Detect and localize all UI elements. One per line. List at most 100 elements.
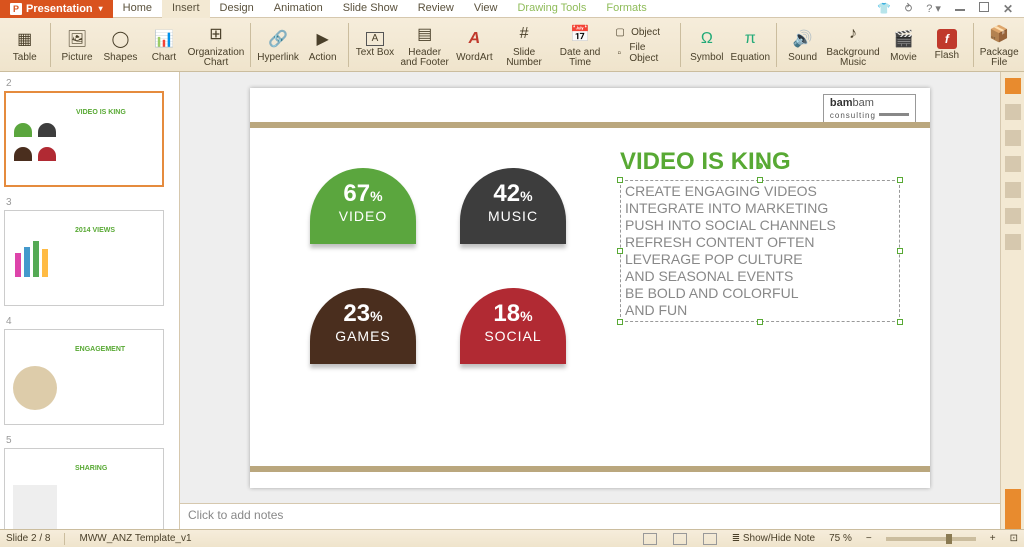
chart-icon: 📊 xyxy=(152,27,176,51)
slide-logo: bambam consulting xyxy=(823,94,916,124)
insert-table[interactable]: ▦Table xyxy=(4,20,45,70)
object-stack: ▢Object ▫File Object xyxy=(609,24,675,65)
equation-icon: π xyxy=(738,27,762,51)
help-icon[interactable]: ? ▾ xyxy=(923,2,944,16)
textbox-icon: A xyxy=(366,32,384,46)
slidenum-icon: # xyxy=(512,22,536,46)
bubble-music[interactable]: 42% MUSIC xyxy=(460,168,566,244)
insert-action[interactable]: ▶Action xyxy=(302,20,343,70)
insert-textbox[interactable]: AText Box xyxy=(354,20,395,70)
minimize-button[interactable] xyxy=(952,2,968,16)
insert-chart[interactable]: 📊Chart xyxy=(143,20,184,70)
thumbnail-slide-3[interactable]: 3 2014 VIEWS xyxy=(4,197,175,306)
thumbnail-slide-2[interactable]: 2 VIDEO IS KING xyxy=(4,78,175,187)
tab-drawing-tools[interactable]: Drawing Tools xyxy=(507,0,596,18)
view-normal-button[interactable] xyxy=(643,533,657,545)
slide-title[interactable]: VIDEO IS KING xyxy=(620,148,791,176)
symbol-icon: Ω xyxy=(695,27,719,51)
tab-home[interactable]: Home xyxy=(113,0,162,18)
shapes-icon: ◯ xyxy=(108,27,132,51)
bgmusic-icon: ♪ xyxy=(841,22,865,46)
status-bar: Slide 2 / 8 MWW_ANZ Template_v1 ≣ Show/H… xyxy=(0,529,1024,547)
tab-formats[interactable]: Formats xyxy=(596,0,656,18)
insert-shapes[interactable]: ◯Shapes xyxy=(100,20,141,70)
sidetool-3[interactable] xyxy=(1005,130,1021,146)
insert-header-footer[interactable]: ▤Header and Footer xyxy=(398,20,452,70)
side-toolbar xyxy=(1000,72,1024,529)
zoom-slider[interactable] xyxy=(886,537,976,541)
mini-image xyxy=(13,366,57,410)
bubble-games[interactable]: 23% GAMES xyxy=(310,288,416,364)
zoom-in-button[interactable]: + xyxy=(990,533,996,544)
zoom-out-button[interactable]: − xyxy=(866,533,872,544)
app-menu[interactable]: P Presentation ▾ xyxy=(0,0,113,18)
app-name: Presentation xyxy=(26,3,93,15)
zoom-level[interactable]: 75 % xyxy=(829,533,852,544)
slide[interactable]: bambam consulting 67% VIDEO 42% MUSIC 23… xyxy=(250,88,930,488)
thumb-number: 2 xyxy=(6,78,175,89)
insert-movie[interactable]: 🎬Movie xyxy=(883,20,924,70)
thumbnail-slide-5[interactable]: 5 SHARING xyxy=(4,435,175,529)
thumb-title: VIDEO IS KING xyxy=(76,109,126,116)
tab-design[interactable]: Design xyxy=(210,0,264,18)
thumb-number: 5 xyxy=(6,435,175,446)
close-button[interactable]: ✕ xyxy=(1000,2,1016,16)
thumb-number: 3 xyxy=(6,197,175,208)
picture-icon: 🖼 xyxy=(65,27,89,51)
bubble-video[interactable]: 67% VIDEO xyxy=(310,168,416,244)
tab-animation[interactable]: Animation xyxy=(264,0,333,18)
maximize-button[interactable] xyxy=(976,2,992,16)
flash-icon: f xyxy=(937,29,957,49)
thumb-title: ENGAGEMENT xyxy=(75,346,125,353)
user-icon[interactable]: 👕 xyxy=(874,2,894,16)
sidetool-4[interactable] xyxy=(1005,156,1021,172)
table-icon: ▦ xyxy=(13,27,37,51)
insert-bg-music[interactable]: ♪Background Music xyxy=(825,20,880,70)
skin-icon[interactable]: ⥁ xyxy=(902,2,916,16)
insert-object[interactable]: ▢Object xyxy=(609,24,675,40)
thumb-number: 4 xyxy=(6,316,175,327)
insert-symbol[interactable]: ΩSymbol xyxy=(686,20,727,70)
mini-bubble xyxy=(38,147,56,164)
bubble-social[interactable]: 18% SOCIAL xyxy=(460,288,566,364)
headerfooter-icon: ▤ xyxy=(413,22,437,46)
sidetool-5[interactable] xyxy=(1005,182,1021,198)
tab-review[interactable]: Review xyxy=(408,0,464,18)
notes-pane[interactable]: Click to add notes xyxy=(180,503,1000,529)
insert-wordart[interactable]: AWordArt xyxy=(454,20,495,70)
sidetool-1[interactable] xyxy=(1005,78,1021,94)
workspace: 2 VIDEO IS KING 3 2014 VIEWS 4 xyxy=(0,72,1024,529)
sidetool-6[interactable] xyxy=(1005,208,1021,224)
slide-thumbnails[interactable]: 2 VIDEO IS KING 3 2014 VIEWS 4 xyxy=(0,72,180,529)
sidetool-bottom[interactable] xyxy=(1005,489,1021,529)
canvas[interactable]: bambam consulting 67% VIDEO 42% MUSIC 23… xyxy=(180,72,1000,503)
insert-sound[interactable]: 🔊Sound xyxy=(782,20,823,70)
window-controls: 👕 ⥁ ? ▾ ✕ xyxy=(874,2,1024,16)
insert-equation[interactable]: πEquation xyxy=(730,20,771,70)
insert-hyperlink[interactable]: 🔗Hyperlink xyxy=(256,20,300,70)
tab-slideshow[interactable]: Slide Show xyxy=(333,0,408,18)
view-sorter-button[interactable] xyxy=(673,533,687,545)
insert-flash[interactable]: fFlash xyxy=(926,20,967,70)
fit-button[interactable]: ⊡ xyxy=(1010,533,1018,544)
sidetool-2[interactable] xyxy=(1005,104,1021,120)
insert-org-chart[interactable]: ⊞Organization Chart xyxy=(187,20,246,70)
insert-slide-number[interactable]: #Slide Number xyxy=(497,20,551,70)
view-reading-button[interactable] xyxy=(703,533,717,545)
mini-bubble xyxy=(14,147,32,164)
orgchart-icon: ⊞ xyxy=(204,22,228,46)
tab-insert[interactable]: Insert xyxy=(162,0,210,18)
show-hide-note[interactable]: ≣ Show/Hide Note xyxy=(732,533,815,544)
tab-view[interactable]: View xyxy=(464,0,508,18)
ribbon-tabs: Home Insert Design Animation Slide Show … xyxy=(113,0,657,18)
insert-date-time[interactable]: 📅Date and Time xyxy=(553,20,607,70)
status-slide-index: Slide 2 / 8 xyxy=(6,533,50,544)
sidetool-7[interactable] xyxy=(1005,234,1021,250)
insert-picture[interactable]: 🖼Picture xyxy=(56,20,97,70)
slide-body-textbox[interactable]: CREATE ENGAGING VIDEOS INTEGRATE INTO MA… xyxy=(620,180,900,322)
insert-package[interactable]: 📦Package File xyxy=(979,20,1020,70)
thumbnail-slide-4[interactable]: 4 ENGAGEMENT xyxy=(4,316,175,425)
titlebar: P Presentation ▾ Home Insert Design Anim… xyxy=(0,0,1024,18)
insert-file-object[interactable]: ▫File Object xyxy=(609,41,675,65)
wordart-icon: A xyxy=(462,27,486,51)
